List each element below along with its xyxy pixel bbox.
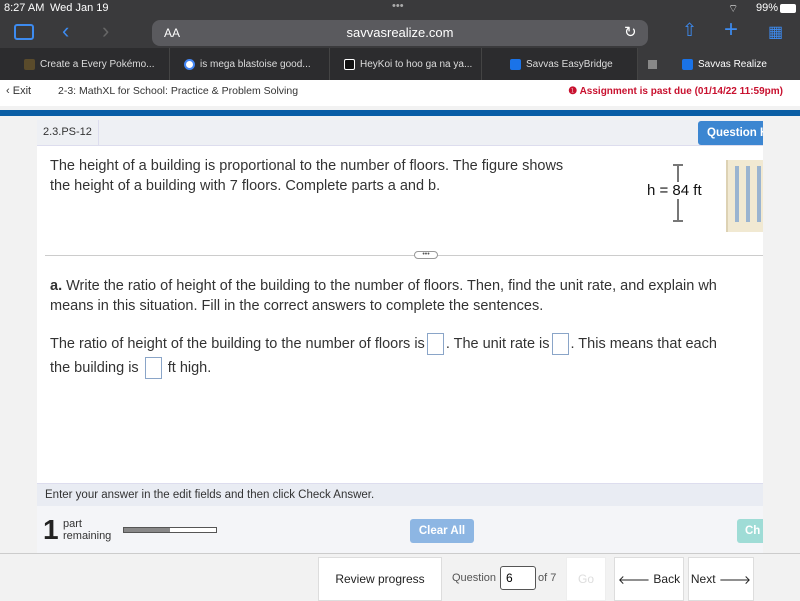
- floor-height-input[interactable]: [144, 357, 162, 380]
- question-help-button[interactable]: Question H: [698, 121, 763, 145]
- question-text: The height of a building is proportional…: [50, 156, 563, 196]
- address-bar[interactable]: AA savvasrealize.com ↻: [152, 20, 648, 46]
- progress-fill: [124, 528, 170, 532]
- status-time: 8:27 AM: [4, 2, 45, 14]
- check-answer-button[interactable]: Ch: [737, 519, 763, 543]
- past-due-warning: ❶ Assignment is past due (01/14/22 11:59…: [568, 86, 783, 97]
- review-progress-button[interactable]: Review progress: [318, 557, 442, 601]
- question-line: the height of a building with 7 floors. …: [50, 178, 441, 194]
- share-icon[interactable]: ⇧: [682, 20, 697, 41]
- savvas-icon: [682, 58, 693, 70]
- footer-nav: Review progress Question of 7 Go 🡐 Back …: [0, 553, 800, 601]
- clear-all-button[interactable]: Clear All: [410, 519, 474, 543]
- dimension-cap: [673, 164, 683, 166]
- ratio-input[interactable]: [426, 333, 444, 356]
- unit-rate-input[interactable]: [551, 333, 569, 356]
- forward-icon[interactable]: ›: [102, 18, 109, 44]
- battery-percent: 99%: [756, 2, 779, 14]
- question-number-input[interactable]: [500, 566, 536, 590]
- google-icon: [184, 58, 195, 70]
- tab-label: Savvas EasyBridge: [526, 58, 613, 70]
- answer-sentences: The ratio of height of the building to t…: [50, 332, 717, 380]
- sentence-text: The ratio of height of the building to t…: [50, 336, 425, 352]
- parts-word: part: [63, 518, 82, 530]
- parts-word: remaining: [63, 530, 112, 542]
- sentence-text: ft high.: [167, 360, 212, 376]
- part-a-line: Write the ratio of height of the buildin…: [62, 278, 717, 294]
- tab-label: HeyKoi to hoo ga na ya...: [360, 58, 473, 70]
- question-label: Question: [452, 572, 497, 584]
- assignment-title: 2-3: MathXL for School: Practice & Probl…: [58, 85, 299, 97]
- sentence-text: the building is: [50, 360, 139, 376]
- part-a-label: a.: [50, 278, 63, 294]
- tab-label: Savvas Realize: [698, 58, 767, 70]
- multitask-dots-icon[interactable]: •••: [392, 0, 404, 12]
- tab-favicon-icon: [344, 58, 355, 70]
- question-total: of 7: [538, 572, 557, 584]
- tab-label: Create a Every Pokémo...: [40, 58, 155, 70]
- new-tab-icon[interactable]: +: [724, 16, 738, 44]
- sidebar-icon[interactable]: [14, 24, 34, 40]
- back-icon[interactable]: ‹: [62, 18, 69, 44]
- assignment-header: ‹ Exit 2-3: MathXL for School: Practice …: [0, 80, 800, 106]
- question-line: The height of a building is proportional…: [50, 158, 564, 174]
- part-a-instructions: a. Write the ratio of height of the buil…: [50, 276, 717, 316]
- sentence-text: . This means that each: [570, 336, 717, 352]
- battery-icon: [780, 4, 796, 13]
- close-tab-icon[interactable]: [648, 59, 657, 69]
- status-date: Wed Jan 19: [50, 2, 109, 14]
- tab-easybridge[interactable]: Savvas EasyBridge: [482, 48, 638, 80]
- tab-favicon-icon: [24, 58, 35, 70]
- exit-button[interactable]: ‹ Exit: [6, 85, 31, 97]
- dimension-cap: [673, 220, 683, 222]
- back-button[interactable]: 🡐 Back: [614, 557, 684, 601]
- wifi-icon: ⌔: [728, 3, 739, 15]
- url-text: savvasrealize.com: [346, 25, 454, 40]
- accent-bar: [0, 110, 800, 116]
- parts-progress-bar: [123, 527, 217, 533]
- arrow-left-icon: 🡐: [617, 572, 654, 587]
- question-panel: 2.3.PS-12 Question H The height of a bui…: [37, 120, 763, 553]
- status-bar: 8:27 AM Wed Jan 19 ••• ⌔ 99%: [0, 0, 800, 18]
- tab-heykoi[interactable]: HeyKoi to hoo ga na ya...: [330, 48, 482, 80]
- question-id: 2.3.PS-12: [37, 120, 99, 146]
- tab-bar: Create a Every Pokémo... is mega blastoi…: [0, 48, 800, 80]
- tab-savvas-realize[interactable]: Savvas Realize: [638, 48, 800, 80]
- building-windows: [732, 166, 762, 222]
- tab-pokemon[interactable]: Create a Every Pokémo...: [0, 48, 170, 80]
- parts-remaining-label: part remaining: [63, 518, 111, 542]
- tab-label: is mega blastoise good...: [200, 58, 311, 70]
- building-image: [726, 160, 763, 232]
- parts-remaining-count: 1: [43, 514, 59, 545]
- past-due-text: Assignment is past due (01/14/22 11:59pm…: [579, 86, 783, 97]
- next-button[interactable]: Next 🡒: [688, 557, 754, 601]
- instruction-bar: Enter your answer in the edit fields and…: [37, 483, 763, 506]
- sentence-text: . The unit rate is: [445, 336, 550, 352]
- question-header: 2.3.PS-12 Question H: [37, 120, 763, 146]
- arrow-right-icon: 🡒: [715, 572, 752, 587]
- alert-icon: ❶: [568, 86, 580, 97]
- exit-label: Exit: [12, 85, 32, 97]
- part-a-line: means in this situation. Fill in the cor…: [50, 298, 544, 314]
- divider: [45, 255, 763, 256]
- tab-google[interactable]: is mega blastoise good...: [170, 48, 330, 80]
- go-button[interactable]: Go: [566, 557, 606, 601]
- next-label: Next: [690, 572, 716, 586]
- answer-controls: 1 part remaining Clear All Ch: [37, 506, 763, 553]
- savvas-icon: [510, 58, 521, 70]
- figure-height-label: h = 84 ft: [645, 182, 704, 199]
- browser-toolbar: ‹ › AA savvasrealize.com ↻ ⇧ + ▦: [0, 16, 800, 48]
- expand-handle-icon[interactable]: •••: [414, 251, 438, 259]
- reload-icon[interactable]: ↻: [624, 23, 637, 41]
- tab-overview-icon[interactable]: ▦: [768, 22, 783, 42]
- back-label: Back: [653, 572, 681, 586]
